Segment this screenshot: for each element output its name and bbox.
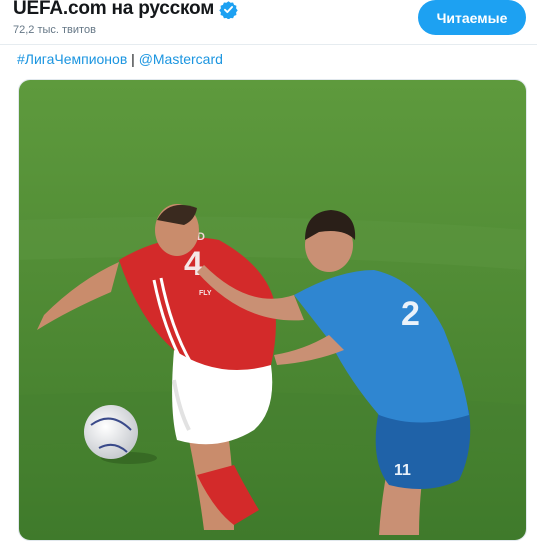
- mention-link[interactable]: @Mastercard: [139, 51, 223, 67]
- verified-badge-icon: [219, 0, 238, 20]
- hashtag-link[interactable]: #ЛигаЧемпионов: [17, 51, 127, 67]
- account-name[interactable]: UEFA.com на русском: [13, 0, 214, 20]
- text-separator: |: [131, 51, 135, 67]
- svg-text:11: 11: [394, 462, 411, 479]
- tweet-text: #ЛигаЧемпионов | @Mastercard: [17, 51, 223, 67]
- football: [84, 405, 138, 459]
- tweet-count: 72,2 тыс. твитов: [13, 24, 96, 36]
- following-button[interactable]: Читаемые: [418, 0, 526, 35]
- video-frame: TODD 4 FLY 11 2: [19, 80, 526, 540]
- account-name-row: UEFA.com на русском: [13, 0, 238, 21]
- tweet-video[interactable]: TODD 4 FLY 11 2: [18, 79, 527, 541]
- svg-text:2: 2: [401, 295, 420, 333]
- svg-text:FLY: FLY: [199, 290, 212, 297]
- profile-header: UEFA.com на русском 72,2 тыс. твитов Чит…: [0, 0, 537, 45]
